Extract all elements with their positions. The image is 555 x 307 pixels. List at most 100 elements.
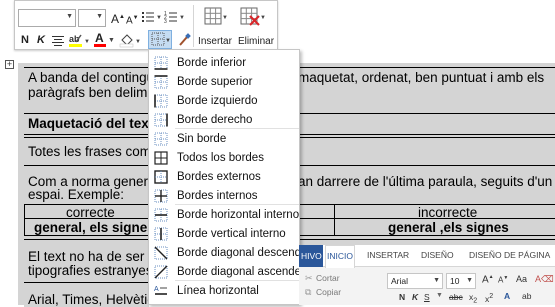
menu-item-all-borders[interactable]: Todos los bordes <box>149 149 299 168</box>
borders-dropdown-menu: Borde inferior Borde superior Borde izquie… <box>148 49 323 305</box>
menu-item-inside-vertical-border[interactable]: Borde vertical interno <box>149 225 299 244</box>
insert-label[interactable]: Insertar <box>195 34 235 50</box>
menu-item-border-top[interactable]: Borde superior <box>149 73 299 92</box>
strikethrough-icon[interactable]: abc <box>449 292 463 302</box>
shrink-font-button[interactable]: A▼ <box>126 10 139 29</box>
chevron-down-icon: ▼ <box>66 13 73 20</box>
bullets-button[interactable]: ▼ <box>141 9 162 30</box>
bold-button[interactable]: N <box>399 292 405 302</box>
section-heading: Maquetació del text <box>28 116 154 131</box>
svg-text:▼: ▼ <box>260 15 266 21</box>
insert-table-button[interactable]: ▼ <box>202 5 228 29</box>
chevron-down-icon: ▼ <box>466 277 473 284</box>
menu-item-no-border[interactable]: Sin borde <box>149 130 299 149</box>
outside-borders-icon <box>154 170 168 184</box>
all-borders-icon <box>154 151 168 165</box>
table-border <box>24 204 25 236</box>
font-size-combo[interactable]: 10 ▼ <box>446 273 476 289</box>
table-row: El text no ha de ser m tipografies estra… <box>24 248 159 278</box>
numbering-button[interactable]: 1 2 3 ▼ <box>164 9 185 30</box>
table-move-handle[interactable]: + <box>5 60 14 69</box>
row-text: El text no ha de ser m <box>28 249 160 264</box>
font-name-box[interactable]: ▼ <box>18 9 76 27</box>
menu-item-label: Borde inferior <box>177 57 247 69</box>
delete-table-button[interactable]: ▼ <box>238 5 266 29</box>
tab-page-layout[interactable]: DISEÑO DE PÁGINA <box>469 250 550 260</box>
chevron-down-icon: ▼ <box>433 277 440 284</box>
chevron-down-icon: ▼ <box>108 37 115 44</box>
menu-item-label: Línea horizontal <box>177 285 259 297</box>
tab-file[interactable]: HIVO <box>299 245 323 267</box>
font-size-box[interactable]: ▼ <box>78 9 106 27</box>
delete-table-icon: ▼ <box>240 7 266 26</box>
center-align-button[interactable] <box>51 32 65 53</box>
tab-design[interactable]: DISEÑO <box>421 250 454 260</box>
svg-text:3: 3 <box>164 19 167 25</box>
inside-horizontal-border-icon <box>154 208 168 222</box>
highlight-button[interactable]: ab ▼ <box>68 32 90 53</box>
border-right-icon <box>154 113 168 127</box>
tab-home[interactable]: INICIO <box>325 245 355 268</box>
row-text: A banda del contingut, <box>28 70 162 85</box>
svg-text:▼: ▼ <box>222 15 228 21</box>
border-left-icon <box>154 94 168 108</box>
grow-font-icon[interactable]: A▲ <box>482 274 494 285</box>
table-border <box>334 204 335 236</box>
cut-button[interactable]: Cortar <box>316 273 340 283</box>
menu-item-horizontal-line[interactable]: A Línea horizontal <box>149 282 299 301</box>
highlighter-icon: ab ▼ <box>69 34 90 47</box>
text-effects-icon[interactable]: A <box>504 291 510 301</box>
clear-formatting-icon[interactable]: A⌫ <box>535 274 554 285</box>
row-text: espai. Exemple: <box>28 187 125 202</box>
menu-item-label: Borde derecho <box>177 114 253 126</box>
shrink-font-icon: A <box>126 15 133 27</box>
table-header-cell: incorrecte <box>418 205 478 220</box>
paintbrush-icon <box>179 33 191 46</box>
diagonal-down-border-icon <box>154 246 168 260</box>
menu-item-label: Borde izquierdo <box>177 95 258 107</box>
menu-item-label: Sin borde <box>177 133 227 145</box>
highlight-icon[interactable]: ab <box>522 291 531 301</box>
row-text: paràgrafs ben delimita <box>28 85 162 100</box>
menu-item-label: Borde horizontal interno <box>177 209 300 221</box>
menu-item-label: Borde diagonal ascendente <box>177 266 318 278</box>
shrink-font-icon[interactable]: A▼ <box>498 275 508 285</box>
font-name-combo[interactable]: Arial ▼ <box>387 273 443 289</box>
menu-item-outside-borders[interactable]: Bordes externos <box>149 168 299 187</box>
underline-button[interactable]: S <box>424 292 430 302</box>
menu-item-diagonal-down-border[interactable]: Borde diagonal descendente <box>149 244 323 263</box>
paint-bucket-icon: ▼ <box>119 34 141 48</box>
font-size-value: 10 <box>450 276 460 286</box>
insert-table-icon: ▼ <box>204 7 228 25</box>
superscript-icon[interactable]: x2 <box>485 292 493 304</box>
menu-item-border-left[interactable]: Borde izquierdo <box>149 92 299 111</box>
shading-button[interactable]: ▼ <box>119 32 141 53</box>
menu-item-border-bottom[interactable]: Borde inferior <box>149 54 299 73</box>
table-cell: general ,els signes <box>388 220 509 235</box>
diagonal-up-border-icon <box>154 265 168 279</box>
chevron-down-icon: ▼ <box>436 292 443 299</box>
row-text: an darrere de l'última paraula, seguits … <box>298 174 553 189</box>
grow-font-button[interactable]: A▲ <box>111 9 125 27</box>
align-center-icon <box>52 36 64 46</box>
no-border-icon <box>154 132 168 146</box>
menu-separator <box>175 280 299 281</box>
subscript-icon[interactable]: x2 <box>469 292 477 305</box>
delete-label[interactable]: Eliminar <box>235 34 277 50</box>
italic-button[interactable]: K <box>35 32 47 48</box>
menu-separator <box>175 204 299 205</box>
ribbon: HIVO INICIO INSERTAR DISEÑO DISEÑO DE PÁ… <box>299 245 555 305</box>
italic-button[interactable]: K <box>412 292 418 302</box>
menu-item-inside-horizontal-border[interactable]: Borde horizontal interno <box>149 206 299 225</box>
borders-button[interactable]: ▼ <box>148 30 172 49</box>
bold-button[interactable]: N <box>19 32 31 48</box>
svg-text:▼: ▼ <box>165 38 171 44</box>
tab-insert[interactable]: INSERTAR <box>367 250 409 260</box>
change-case-button[interactable]: Aa <box>516 274 527 284</box>
copy-button[interactable]: Copiar <box>316 287 341 297</box>
scissors-icon: ✂ <box>305 273 313 283</box>
table-border <box>24 282 149 283</box>
font-color-swatch <box>94 44 106 47</box>
inside-vertical-border-icon <box>154 227 168 241</box>
row-text: maquetat, ordenat, ben puntuat i amb els <box>298 70 545 85</box>
